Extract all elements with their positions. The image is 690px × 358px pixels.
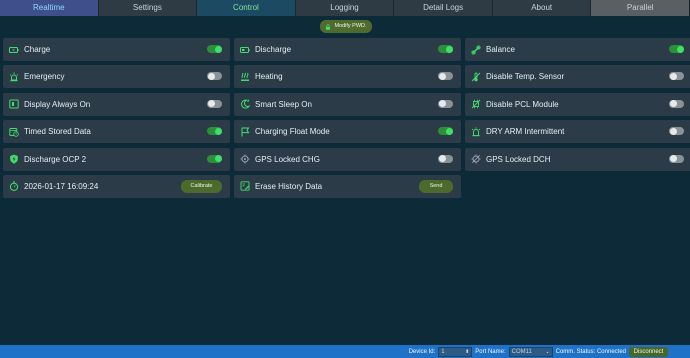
control-label: Display Always On: [24, 99, 91, 109]
control-label: Disable Temp. Sensor: [486, 72, 565, 82]
battery-discharge-icon: [240, 45, 250, 55]
gps-locked-dch-toggle[interactable]: [669, 154, 684, 163]
port-name-label: Port Name:: [475, 348, 506, 355]
device-datetime: 2026-01-17 16:09:24: [24, 181, 99, 191]
calendar-clock-icon: [9, 127, 19, 137]
modify-password-button[interactable]: Modify PWD.: [320, 20, 372, 33]
spinner-icon[interactable]: ⬍: [465, 348, 469, 356]
port-name-value: COM11: [511, 348, 532, 355]
siren-icon: [9, 72, 19, 82]
display-icon: [9, 99, 19, 109]
display-always-on-toggle[interactable]: [207, 99, 222, 108]
control-label: GPS Locked CHG: [255, 154, 320, 164]
disable-pcl-module-toggle[interactable]: [669, 99, 684, 108]
control-label: Smart Sleep On: [255, 99, 312, 109]
control-emergency: Emergency: [3, 65, 230, 89]
send-button[interactable]: Send: [419, 179, 453, 193]
chevron-down-icon: ⌄: [545, 348, 550, 355]
tab-parallel[interactable]: Parallel: [591, 0, 690, 16]
disconnect-button[interactable]: Disconnect: [629, 346, 668, 357]
shield-bolt-icon: [9, 154, 19, 164]
smart-sleep-toggle[interactable]: [438, 99, 453, 108]
control-label: Charge: [24, 45, 51, 54]
lock-icon: [326, 23, 331, 30]
emergency-toggle[interactable]: [207, 72, 222, 81]
device-id-input[interactable]: 1 ⬍: [438, 346, 473, 357]
comm-status: Comm. Status: Connected: [555, 348, 626, 355]
gps-icon: [240, 154, 250, 164]
tab-detail-logs[interactable]: Detail Logs: [394, 0, 493, 16]
device-id-value: 1: [441, 348, 445, 355]
erase-history-card: Erase History Data Send: [234, 174, 461, 198]
control-label: Disable PCL Module: [486, 99, 559, 109]
control-disable-pcl-module: Disable PCL Module: [465, 92, 690, 116]
charge-toggle[interactable]: [207, 45, 222, 53]
tab-logging[interactable]: Logging: [295, 0, 395, 16]
gps-locked-chg-toggle[interactable]: [438, 154, 453, 163]
alarm-icon: [471, 127, 481, 137]
dry-arm-intermittent-toggle[interactable]: [669, 127, 684, 136]
tab-control[interactable]: Control: [197, 0, 296, 16]
tab-about[interactable]: About: [492, 0, 592, 16]
module-off-icon: [471, 99, 481, 109]
control-label: Discharge OCP 2: [24, 154, 87, 164]
control-gps-locked-dch: GPS Locked DCH: [465, 147, 690, 171]
control-label: Discharge: [255, 45, 292, 54]
control-charge: Charge: [3, 38, 230, 61]
control-grid: Charge Discharge Balance Emergency Heati…: [3, 38, 690, 198]
gps-off-icon: [471, 154, 481, 164]
balance-toggle[interactable]: [669, 45, 684, 53]
moon-icon: [240, 99, 250, 109]
control-disable-temp-sensor: Disable Temp. Sensor: [465, 65, 690, 89]
device-id-label: Device Id:: [408, 348, 436, 355]
thermometer-off-icon: [471, 72, 481, 82]
tab-bar: Realtime Settings Control Logging Detail…: [0, 0, 690, 16]
battery-charge-icon: [9, 45, 19, 55]
datetime-card: 2026-01-17 16:09:24 Calibrate: [3, 174, 230, 198]
float-flag-icon: [240, 127, 250, 137]
control-label: Balance: [486, 45, 515, 54]
stopwatch-icon: [9, 181, 19, 192]
control-balance: Balance: [465, 38, 690, 61]
control-display-always-on: Display Always On: [3, 92, 230, 116]
balance-icon: [471, 44, 481, 55]
heating-toggle[interactable]: [438, 72, 453, 81]
heating-icon: [240, 72, 250, 82]
control-discharge: Discharge: [234, 38, 461, 61]
timed-stored-data-toggle[interactable]: [207, 127, 222, 136]
control-charging-float-mode: Charging Float Mode: [234, 120, 461, 144]
control-heating: Heating: [234, 65, 461, 89]
tab-realtime[interactable]: Realtime: [0, 0, 99, 16]
calibrate-button[interactable]: Calibrate: [181, 179, 222, 193]
control-dry-arm-intermittent: DRY ARM Intermittent: [465, 120, 690, 144]
control-label: DRY ARM Intermittent: [486, 127, 565, 137]
tab-settings[interactable]: Settings: [98, 0, 198, 16]
port-name-select[interactable]: COM11 ⌄: [508, 346, 553, 357]
control-label: Heating: [255, 72, 283, 82]
control-label: GPS Locked DCH: [486, 154, 551, 164]
control-smart-sleep-on: Smart Sleep On: [234, 92, 461, 116]
charging-float-mode-toggle[interactable]: [438, 127, 453, 136]
discharge-ocp-2-toggle[interactable]: [207, 154, 222, 163]
modify-password-label: Modify PWD.: [334, 23, 367, 29]
status-bar: Device Id: 1 ⬍ Port Name: COM11 ⌄ Comm. …: [0, 345, 690, 358]
disable-temp-sensor-toggle[interactable]: [669, 72, 684, 81]
control-discharge-ocp-2: Discharge OCP 2: [3, 147, 230, 171]
control-label: Charging Float Mode: [255, 127, 330, 137]
discharge-toggle[interactable]: [438, 45, 453, 53]
erase-history-label: Erase History Data: [255, 181, 323, 191]
control-label: Emergency: [24, 72, 65, 82]
erase-icon: [240, 181, 250, 192]
control-gps-locked-chg: GPS Locked CHG: [234, 147, 461, 171]
control-timed-stored-data: Timed Stored Data: [3, 120, 230, 144]
control-label: Timed Stored Data: [24, 127, 91, 137]
